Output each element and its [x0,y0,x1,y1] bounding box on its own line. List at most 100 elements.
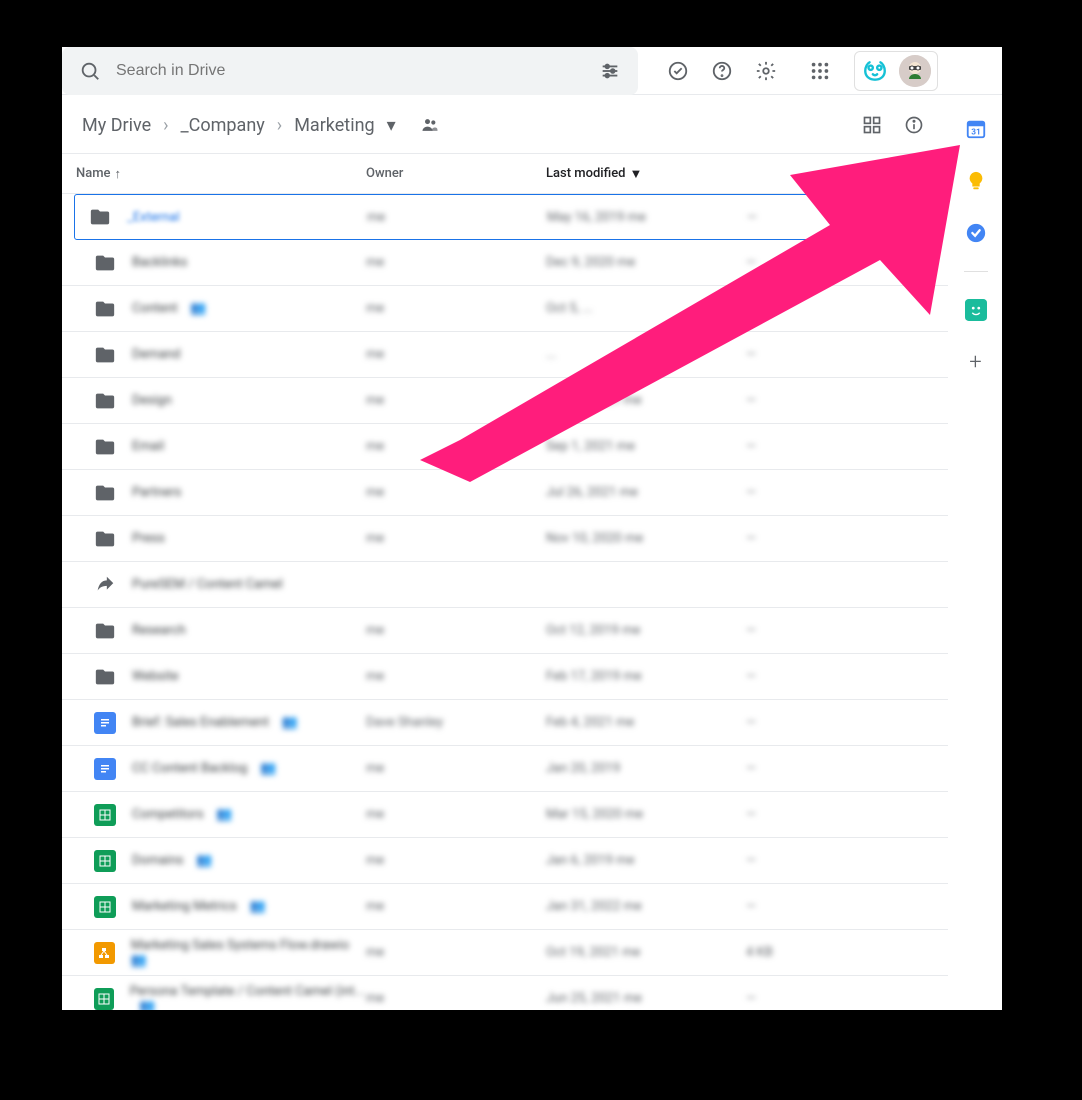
doc-icon [94,758,116,780]
table-row[interactable]: Design me Feb 15, 2021 me — [62,378,948,424]
view-actions [852,105,934,145]
file-size: — [747,210,867,225]
account-switcher[interactable] [854,51,938,91]
file-size: — [746,715,866,730]
table-row[interactable]: Competitors ⠀👥 me Mar 15, 2020 me — [62,792,948,838]
breadcrumb: My Drive › _Company › Marketing ▾ [76,105,450,145]
sheet-icon [94,804,116,826]
file-owner: me [366,761,546,776]
table-row[interactable]: Press me Nov 10, 2020 me — [62,516,948,562]
table-row[interactable]: Marketing Metrics ⠀👥 me Jan 31, 2022 me … [62,884,948,930]
apps-grid-icon[interactable] [800,51,840,91]
doc-icon [94,712,116,734]
file-owner: me [366,623,546,638]
file-size: — [746,807,866,822]
file-size: — [746,669,866,684]
file-name: Marketing Metrics ⠀👥 [132,899,266,914]
table-row[interactable]: Brief: Sales Enablement ⠀👥 Dave Shanley … [62,700,948,746]
breadcrumb-item[interactable]: My Drive [76,111,157,140]
table-row[interactable]: Website me Feb 17, 2019 me — [62,654,948,700]
file-owner: me [367,210,547,225]
table-row[interactable]: _External me May 16, 2019 me — [74,194,936,240]
table-row[interactable]: Domains ⠀👥 me Jan 6, 2019 me — [62,838,948,884]
file-size: — [746,991,866,1006]
sheet-icon [94,988,114,1010]
tune-icon[interactable] [590,51,630,91]
file-name: _External [127,210,180,225]
file-owner: me [366,439,546,454]
file-size: — [746,853,866,868]
file-name: Brief: Sales Enablement ⠀👥 [132,715,298,730]
folder-icon [89,206,111,228]
table-row[interactable]: Research me Oct 12, 2019 me — [62,608,948,654]
breadcrumb-item-current[interactable]: Marketing [288,111,380,140]
file-owner: me [366,301,546,316]
file-name: Research [132,623,186,638]
column-last-modified[interactable]: Last modified ▼ [546,166,746,182]
file-modified: Oct 5, ... [546,301,746,316]
main-area: My Drive › _Company › Marketing ▾ [62,95,1002,1010]
file-name: CC Content Backlog ⠀👥 [132,761,276,776]
table-row[interactable]: PureSEM / Content Camel [62,562,948,608]
file-name: Marketing Sales Systems Flow.drawio ⠀👥 [131,938,366,968]
file-size: — [746,439,866,454]
topbar-actions [658,51,938,91]
file-modified: Feb 15, 2021 me [546,393,746,408]
file-name: Domains ⠀👥 [132,853,212,868]
table-row[interactable]: Email me Sep 1, 2021 me — [62,424,948,470]
file-modified: Jul 26, 2021 me [546,485,746,500]
search-box[interactable] [62,47,638,95]
file-name: PureSEM / Content Camel [132,577,283,592]
file-modified: May 16, 2019 me [547,210,747,225]
search-input[interactable] [110,62,590,80]
file-name: Persona Template / Content Camel (int...… [130,984,366,1011]
gear-icon[interactable] [746,51,786,91]
arrow-down-icon: ▼ [630,166,643,182]
file-name: Email [132,439,164,454]
column-modified-label: Last modified [546,166,626,181]
search-icon[interactable] [70,51,110,91]
grid-view-icon[interactable] [852,105,892,145]
people-icon[interactable] [410,105,450,145]
table-row[interactable]: Persona Template / Content Camel (int...… [62,976,948,1010]
file-size: — [746,347,866,362]
user-avatar[interactable] [899,55,931,87]
column-headers: Name ↑ Owner Last modified ▼ [62,154,948,194]
folder-icon [94,436,116,458]
table-row[interactable]: Demand me ... — [62,332,948,378]
file-owner: me [366,853,546,868]
file-name: Website [132,669,179,684]
column-name-label: Name [76,166,111,181]
offline-ready-icon[interactable] [658,51,698,91]
table-row[interactable]: Marketing Sales Systems Flow.drawio ⠀👥 m… [62,930,948,976]
dropdown-icon[interactable]: ▾ [387,115,396,136]
file-owner: me [366,255,546,270]
file-name: Partners [132,485,181,500]
table-row[interactable]: Backlinks me Dec 9, 2020 me — [62,240,948,286]
file-modified: Dec 9, 2020 me [546,255,746,270]
folder-icon [94,620,116,642]
file-owner: Dave Shanley [366,715,546,730]
calendar-icon[interactable]: 31 [956,109,996,149]
file-owner: me [366,899,546,914]
tasks-icon[interactable] [956,213,996,253]
info-icon[interactable] [894,105,934,145]
table-row[interactable]: CC Content Backlog ⠀👥 me Jan 20, 2019 — [62,746,948,792]
column-name[interactable]: Name ↑ [76,166,366,182]
folder-icon [94,666,116,688]
file-name: Press [132,531,165,546]
file-owner: me [366,991,546,1006]
addon-camel-icon[interactable] [956,290,996,330]
help-icon[interactable] [702,51,742,91]
keep-icon[interactable] [956,161,996,201]
file-modified: Oct 12, 2019 me [546,623,746,638]
file-modified: Nov 10, 2020 me [546,531,746,546]
table-row[interactable]: Partners me Jul 26, 2021 me — [62,470,948,516]
file-modified: Jan 20, 2019 [546,761,746,776]
column-owner[interactable]: Owner [366,166,546,181]
content-panel: My Drive › _Company › Marketing ▾ [62,95,948,1010]
table-row[interactable]: Content ⠀👥 me Oct 5, ... — [62,286,948,332]
sheet-icon [94,850,116,872]
breadcrumb-item[interactable]: _Company [175,111,271,140]
add-addon-button[interactable]: + [956,342,996,382]
